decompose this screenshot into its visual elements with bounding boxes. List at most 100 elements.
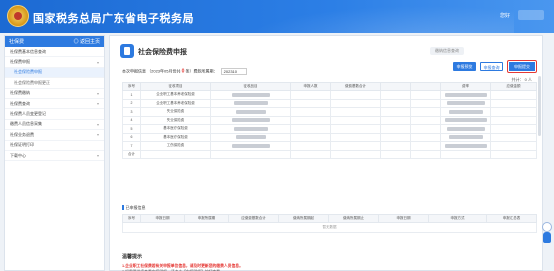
table-cell <box>210 115 291 125</box>
table-header-cell: 缴纳所属期起 <box>278 214 329 223</box>
table-cell <box>440 115 491 125</box>
table-cell <box>410 115 441 125</box>
sidebar-item[interactable]: 社保费基本信息查询 <box>5 47 104 58</box>
tips-title: 温馨提示 <box>122 254 143 260</box>
chevron-down-icon: ▾ <box>96 132 99 138</box>
period-filter-row: 本次申报信息 （2023年05月份共 0 条）费款所属期： 202310 <box>122 68 247 75</box>
chevron-down-icon: ▾ <box>96 90 99 96</box>
redacted-value <box>233 126 268 131</box>
declare-submit-button[interactable]: 申报提交 <box>509 62 535 71</box>
page-scrollbar[interactable] <box>538 76 541 136</box>
table-cell <box>290 132 331 142</box>
redacted-value <box>235 135 266 140</box>
table-cell <box>330 98 381 108</box>
table-row: 4 失业保险费 <box>122 115 537 125</box>
sidebar-item[interactable]: 社会保险费申报 <box>5 67 104 79</box>
table-cell: 基本医疗保险费 <box>140 124 211 134</box>
table-cell <box>380 115 411 125</box>
sidebar-item-label: 社保证明打印 <box>10 142 34 148</box>
table-cell <box>290 115 331 125</box>
table-row: 7 工伤保险费 <box>122 141 537 151</box>
table-cell <box>490 107 537 117</box>
sidebar-item-label: 社保费基本信息查询 <box>10 48 46 54</box>
declare-submit-highlight[interactable]: 申报提交 <box>507 60 537 73</box>
table-header-cell: 申报所属期 <box>184 214 229 223</box>
sidebar-item[interactable]: 缴费人员信息采集 ▾ <box>5 120 104 131</box>
sidebar-item[interactable]: 社保费缴纳 ▾ <box>5 89 104 99</box>
table-header-cell: 征收品目 <box>210 82 291 91</box>
table-cell: 5 <box>122 124 141 134</box>
table-cell <box>410 124 441 134</box>
table-cell <box>490 141 537 151</box>
period-select[interactable]: 202310 <box>220 68 247 75</box>
table-cell <box>490 98 537 108</box>
table-cell <box>290 90 331 100</box>
table-cell <box>330 90 381 100</box>
sidebar-item[interactable]: 社保证明打印 <box>5 141 104 151</box>
tips-lines: 1.企业职工社保费若有关申报单位信息，请及时更新您的缴费人员信息。2.如需要继续… <box>122 263 536 271</box>
table-cell <box>410 98 441 108</box>
table-cell <box>490 132 537 142</box>
sidebar-item[interactable]: 社会保险费申报更正 <box>5 78 104 89</box>
sidebar-item-label: 社保费人员变更登记 <box>10 111 46 117</box>
sidebar-menu: 社保费基本信息查询 社保费申报 ▾ 社会保险费申报 社会保险费申报更正 社保费缴纳 ▾ 社保费… <box>5 47 104 162</box>
form-icon <box>120 44 134 58</box>
table-cell <box>330 141 381 151</box>
redacted-value <box>231 118 270 123</box>
table-row: 2 企业职工基本养老保险费 <box>122 98 537 108</box>
payment-info-query-button[interactable]: 缴纳信息查询 <box>430 47 464 55</box>
redacted-value <box>444 92 487 97</box>
sidebar-item-label: 社会保险费申报更正 <box>14 79 50 85</box>
table-cell <box>440 124 491 134</box>
table-cell <box>380 132 411 142</box>
declared-section-title: 已申报信息 <box>122 205 146 211</box>
table-cell <box>380 98 411 108</box>
redacted-value <box>448 109 483 114</box>
sidebar-item[interactable]: 下载中心 ▾ <box>5 151 104 162</box>
sidebar-item[interactable]: 社保业务退费 ▾ <box>5 130 104 141</box>
table-cell <box>490 90 537 100</box>
top-banner: 国家税务总局广东省电子税务局 您好 <box>0 0 554 33</box>
chevron-down-icon: ▾ <box>96 121 99 127</box>
table-header-cell: 申报汇总表 <box>486 214 537 223</box>
table-cell <box>210 107 291 117</box>
redacted-value <box>444 143 487 148</box>
table-header-cell <box>380 82 411 91</box>
table-header-cell: 申报方式 <box>428 214 487 223</box>
declare-preview-button[interactable]: 申报预览 <box>453 62 476 71</box>
declare-query-button[interactable]: 申报查询 <box>480 62 503 71</box>
table-cell <box>330 132 381 142</box>
redacted-value <box>448 135 483 140</box>
table-row: 6 基本医疗保险费 <box>122 132 537 142</box>
back-home-link[interactable]: ◎ 返回主页 <box>74 38 100 45</box>
table-header-cell: 应缴金额 <box>490 82 537 91</box>
sidebar-item[interactable]: 社保费人员变更登记 <box>5 109 104 120</box>
table-header-cell: 缴纳所属期止 <box>328 214 379 223</box>
user-greeting[interactable]: 您好 <box>500 12 510 19</box>
table-cell <box>210 132 291 142</box>
tips-box: 温馨提示 1.企业职工社保费若有关申报单位信息，请及时更新您的缴费人员信息。2.… <box>122 253 536 271</box>
redacted-value <box>235 109 266 114</box>
banner-wave-decoration <box>214 0 514 33</box>
table-cell <box>490 115 537 125</box>
table-header-cell: 序号 <box>122 82 141 91</box>
page-title: 社会保险费申报 <box>138 49 187 56</box>
sidebar-item[interactable]: 社保费查询 ▾ <box>5 99 104 110</box>
table-row: 3 失业保险费 <box>122 107 537 117</box>
table-header-cell: 申报日期 <box>378 214 429 223</box>
sidebar: 社保费 ◎ 返回主页 社保费基本信息查询 社保费申报 ▾ 社会保险费申报 社会保险费申报… <box>4 35 105 271</box>
user-menu[interactable] <box>518 10 544 20</box>
table-cell <box>440 141 491 151</box>
sidebar-item[interactable]: 社保费申报 ▾ <box>5 57 104 68</box>
tax-emblem-icon <box>7 5 29 27</box>
sidebar-item-label: 社保费缴纳 <box>10 90 30 96</box>
table-total-row: 合计 <box>122 149 537 159</box>
table-header-cell: 征收项目 <box>140 82 211 91</box>
table-header-cell: 缴费基数合计 <box>330 82 381 91</box>
table-cell <box>440 132 491 142</box>
table-cell: 1 <box>122 90 141 100</box>
assistant-mascot-icon[interactable] <box>542 222 552 244</box>
total-label: 合计 <box>122 149 141 159</box>
declared-table: 序号 申报日期 申报所属期 应缴费基数合计 缴纳所属期起 缴纳所属期止 申报日期 申报方式 申报… <box>122 214 537 233</box>
table-cell <box>380 107 411 117</box>
